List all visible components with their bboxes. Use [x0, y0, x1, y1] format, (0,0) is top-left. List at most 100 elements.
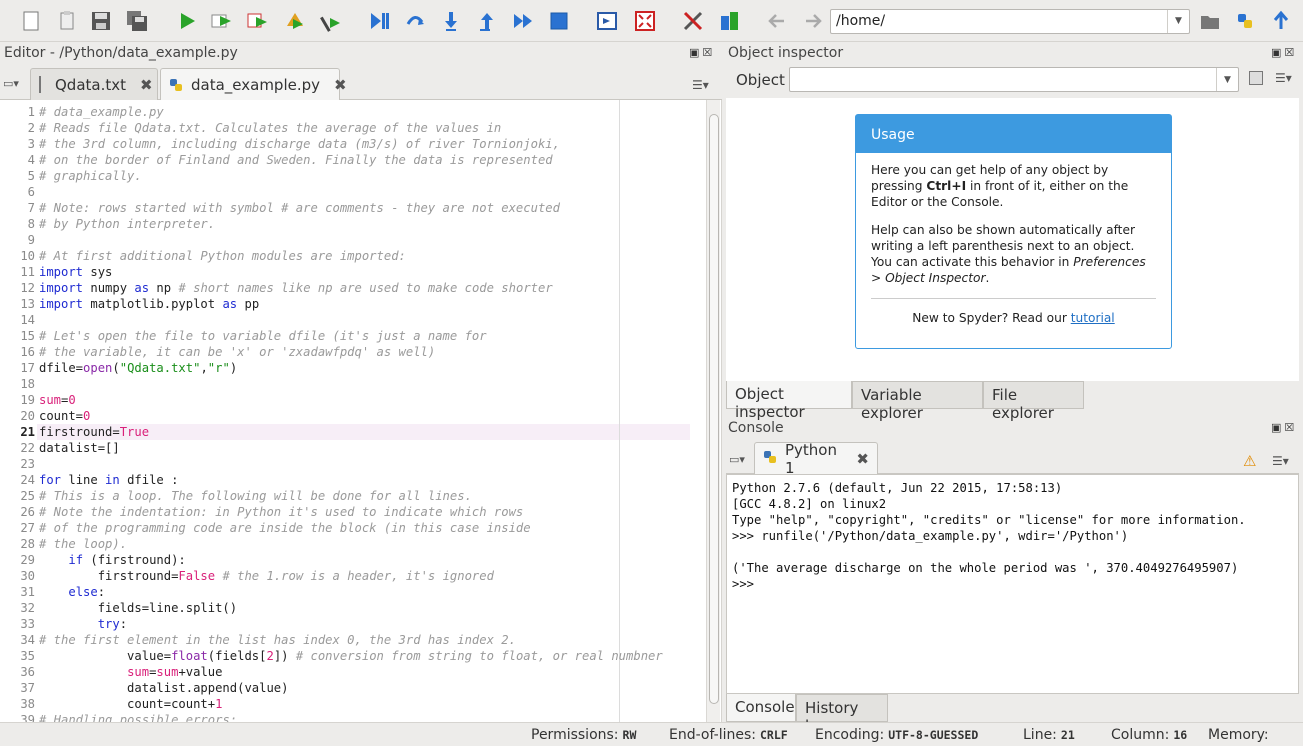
python-file-icon [169, 78, 183, 92]
line-number: 14 [20, 313, 35, 327]
stop-debug-icon[interactable] [546, 8, 572, 34]
run-cell-icon[interactable] [208, 8, 234, 34]
back-arrow-icon[interactable] [764, 8, 790, 34]
code-line: value=float(fields[2]) # conversion from… [39, 649, 663, 663]
code-line: # At first additional Python modules are… [39, 249, 406, 263]
save-icon[interactable] [88, 8, 114, 34]
chevron-down-icon[interactable]: ▼ [1216, 68, 1238, 91]
tab-history-log[interactable]: History log [796, 694, 888, 735]
main-toolbar: /home/ ▼ [0, 0, 1303, 42]
close-tab-icon[interactable]: ✖ [856, 450, 869, 468]
divider [871, 298, 1156, 299]
browse-folder-icon[interactable] [1197, 8, 1223, 34]
line-number: 15 [20, 329, 35, 343]
continue-icon[interactable] [510, 8, 536, 34]
forward-arrow-icon[interactable] [800, 8, 826, 34]
run-config-icon[interactable] [318, 8, 344, 34]
lock-icon[interactable] [1249, 71, 1263, 85]
tab-qdata[interactable]: Qdata.txt ✖ [30, 68, 158, 100]
close-icon[interactable]: ☒ [702, 46, 715, 59]
code-line: # the 3rd column, including discharge da… [39, 137, 560, 151]
tutorial-link[interactable]: tutorial [1071, 311, 1115, 325]
code-line: if (firstround): [68, 553, 186, 567]
code-line: sum=0 [39, 393, 76, 407]
preferences-icon[interactable] [680, 8, 706, 34]
line-number: 32 [20, 601, 35, 615]
tab-object-inspector[interactable]: Object inspector [726, 381, 852, 421]
line-number: 20 [20, 409, 35, 423]
code-line: # This is a loop. The following will be … [39, 489, 472, 503]
options-menu-icon[interactable]: ☰▾ [1275, 71, 1292, 85]
object-combo[interactable]: ▼ [789, 67, 1239, 92]
status-bar: Permissions: RW End-of-lines: CRLF Encodin… [0, 722, 1303, 746]
line-number: 39 [20, 713, 35, 722]
step-icon[interactable] [402, 8, 428, 34]
code-line: # the loop). [39, 537, 128, 551]
close-tab-icon[interactable]: ✖ [140, 76, 153, 94]
code-line: try: [97, 617, 128, 631]
step-into-icon[interactable] [438, 8, 464, 34]
line-number: 8 [27, 217, 35, 231]
code-line: count=count+1 [39, 697, 223, 711]
usage-paragraph-2: Help can also be shown automatically aft… [871, 223, 1146, 285]
code-line: import numpy as np # short names like np… [39, 281, 553, 295]
code-line: dfile=open("Qdata.txt","r") [39, 361, 238, 375]
line-number: 25 [20, 489, 35, 503]
code-line: fields=line.split() [39, 601, 238, 615]
code-line: # Note the indentation: in Python it's u… [39, 505, 524, 519]
warning-icon[interactable]: ⚠ [1243, 452, 1256, 470]
close-icon[interactable]: ☒ [1284, 46, 1297, 59]
line-number: 11 [20, 265, 35, 279]
run-icon[interactable] [174, 8, 200, 34]
close-tab-icon[interactable]: ✖ [334, 76, 347, 94]
line-number: 23 [20, 457, 35, 471]
code-line: # data_example.py [39, 105, 164, 119]
console-line: Python 2.7.6 (default, Jun 22 2015, 17:5… [732, 481, 1063, 495]
editor-scrollbar[interactable] [706, 100, 720, 722]
line-number: 2 [27, 121, 35, 135]
open-file-icon[interactable] [54, 8, 80, 34]
console-prompt: >>> [732, 577, 762, 591]
run-selection-icon[interactable] [282, 8, 308, 34]
console-pane-controls: ▣☒ [1271, 421, 1297, 434]
line-number: 1 [27, 105, 35, 119]
python-path-icon[interactable] [716, 8, 742, 34]
tab-python-1[interactable]: Python 1 ✖ [754, 440, 878, 477]
usage-body: Here you can get help of any object by p… [856, 153, 1171, 326]
tab-data-example[interactable]: data_example.py ✖ [160, 68, 347, 101]
editor-tab-bar: ▭▾ Qdata.txt ✖ data_example.py ✖ ☰▾ [0, 64, 722, 101]
run-cell-advance-icon[interactable] [244, 8, 270, 34]
tab-label: Python 1 [785, 440, 837, 477]
chevron-down-icon[interactable]: ▼ [1167, 10, 1189, 33]
step-return-icon[interactable] [474, 8, 500, 34]
tab-console[interactable]: Console [726, 694, 796, 722]
browse-tabs-icon[interactable]: ▭▾ [729, 453, 745, 466]
parent-directory-icon[interactable] [1268, 8, 1294, 34]
object-label: Object [736, 71, 785, 89]
maximize-pane-icon[interactable] [594, 8, 620, 34]
status-line: Line: 21 [1023, 727, 1075, 743]
save-all-icon[interactable] [124, 8, 150, 34]
fullscreen-icon[interactable] [632, 8, 658, 34]
options-menu-icon[interactable]: ☰▾ [1272, 454, 1289, 468]
undock-icon[interactable]: ▣ [1271, 46, 1284, 59]
options-menu-icon[interactable]: ☰▾ [692, 78, 709, 92]
console-output[interactable]: Python 2.7.6 (default, Jun 22 2015, 17:5… [726, 474, 1299, 694]
line-number: 29 [20, 553, 35, 567]
line-number: 4 [27, 153, 35, 167]
status-column: Column: 16 [1111, 727, 1188, 743]
debug-icon[interactable] [366, 8, 392, 34]
python-logo-icon[interactable] [1232, 8, 1258, 34]
tab-variable-explorer[interactable]: Variable explorer [852, 381, 983, 422]
new-file-icon[interactable] [18, 8, 44, 34]
browse-tabs-icon[interactable]: ▭▾ [3, 77, 19, 90]
undock-icon[interactable]: ▣ [689, 46, 702, 59]
undock-icon[interactable]: ▣ [1271, 421, 1284, 434]
working-directory-combo[interactable]: /home/ ▼ [830, 9, 1190, 34]
code-line: datalist=[] [39, 441, 120, 455]
console-line: Type "help", "copyright", "credits" or "… [732, 513, 1246, 527]
close-icon[interactable]: ☒ [1284, 421, 1297, 434]
code-editor[interactable]: 1 2 3 4 5 6 7 8 9 10 11 12 13 14 15 16 17 18 19 20 21 22 23 24 2… [0, 100, 722, 722]
scrollbar-thumb[interactable] [709, 114, 719, 704]
tab-file-explorer[interactable]: File explorer [983, 381, 1084, 422]
